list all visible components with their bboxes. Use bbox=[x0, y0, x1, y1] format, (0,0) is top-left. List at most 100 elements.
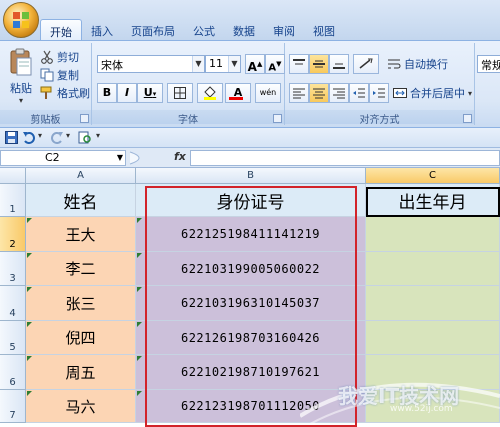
phonetic-button[interactable]: wén bbox=[255, 83, 281, 103]
row-header-5[interactable]: 5 bbox=[0, 321, 26, 355]
tab-6[interactable]: 视图 bbox=[304, 19, 344, 40]
chevron-down-icon[interactable]: ▾ bbox=[66, 131, 70, 140]
chevron-down-icon[interactable]: ▼ bbox=[117, 151, 123, 165]
column-header-b[interactable]: B bbox=[136, 168, 366, 184]
increase-indent-button[interactable] bbox=[369, 83, 389, 103]
number-format-combo[interactable]: 常规 bbox=[477, 55, 500, 73]
chevron-down-icon[interactable]: ▾ bbox=[38, 131, 42, 140]
borders-icon bbox=[174, 87, 186, 99]
italic-button[interactable]: I bbox=[117, 83, 137, 103]
column-header-c[interactable]: C bbox=[366, 168, 500, 184]
clipboard-launcher[interactable] bbox=[80, 114, 89, 123]
header-cell[interactable]: 身份证号 bbox=[136, 184, 366, 217]
alignment-launcher[interactable] bbox=[463, 114, 472, 123]
name-cell[interactable]: 倪四 bbox=[26, 321, 136, 355]
row-number: 1 bbox=[9, 204, 16, 215]
number-format-value: 常规 bbox=[481, 59, 500, 72]
alignment-group: 自动换行 合并后居中 ▾ 对齐方式 bbox=[285, 43, 475, 126]
insert-function-button[interactable]: fx bbox=[174, 150, 186, 163]
fill-color-button[interactable] bbox=[197, 83, 223, 103]
copy-label: 复制 bbox=[57, 69, 79, 82]
copy-button[interactable]: 复制 bbox=[40, 65, 79, 85]
grow-font-button[interactable]: A▲ bbox=[245, 54, 265, 74]
row-number: 5 bbox=[9, 342, 16, 353]
merge-center-button[interactable]: 合并后居中 ▾ bbox=[393, 83, 472, 103]
header-cell[interactable]: 姓名 bbox=[26, 184, 136, 217]
birth-cell[interactable] bbox=[366, 321, 500, 355]
phonetic-glyph: wén bbox=[259, 88, 277, 97]
font-name-value: 宋体 bbox=[101, 59, 123, 72]
id-cell[interactable]: 622126198703160426 bbox=[136, 321, 366, 355]
save-icon[interactable] bbox=[5, 131, 18, 144]
birth-cell[interactable] bbox=[366, 286, 500, 321]
name-box-value: C2 bbox=[45, 151, 60, 164]
align-right-button[interactable] bbox=[329, 83, 349, 103]
birth-cell[interactable] bbox=[366, 252, 500, 286]
id-cell[interactable]: 622123198701112050 bbox=[136, 390, 366, 423]
id-cell[interactable]: 622102198710197621 bbox=[136, 355, 366, 390]
cut-button[interactable]: 剪切 bbox=[40, 47, 79, 67]
shrink-font-button[interactable]: A▼ bbox=[265, 54, 285, 74]
align-left-button[interactable] bbox=[289, 83, 309, 103]
align-middle-icon bbox=[313, 60, 325, 68]
name-cell[interactable]: 李二 bbox=[26, 252, 136, 286]
id-cell[interactable]: 622103199005060022 bbox=[136, 252, 366, 286]
id-cell[interactable]: 622103196310145037 bbox=[136, 286, 366, 321]
tab-3[interactable]: 公式 bbox=[184, 19, 224, 40]
splitter-handle-icon[interactable] bbox=[128, 150, 168, 166]
paste-button[interactable]: 粘贴 ▾ bbox=[6, 47, 36, 105]
italic-glyph: I bbox=[124, 86, 130, 99]
clipboard-group-label: 剪贴板 bbox=[0, 110, 91, 126]
name-box[interactable]: C2 ▼ bbox=[0, 150, 126, 166]
tab-5[interactable]: 审阅 bbox=[264, 19, 304, 40]
align-bottom-button[interactable] bbox=[329, 54, 349, 74]
font-color-button[interactable]: A bbox=[225, 83, 251, 103]
font-launcher[interactable] bbox=[273, 114, 282, 123]
chevron-down-icon[interactable]: ▼ bbox=[228, 56, 240, 72]
row-header-4[interactable]: 4 bbox=[0, 286, 26, 321]
name-cell[interactable]: 张三 bbox=[26, 286, 136, 321]
customize-toolbar-icon[interactable]: ▾ bbox=[96, 131, 100, 140]
align-middle-button[interactable] bbox=[309, 54, 329, 74]
font-size-combo[interactable]: 11 ▼ bbox=[205, 55, 241, 73]
name-cell[interactable]: 王大 bbox=[26, 217, 136, 252]
chevron-down-icon[interactable]: ▼ bbox=[192, 56, 204, 72]
text-number-indicator-icon bbox=[137, 322, 142, 327]
row-header-7[interactable]: 7 bbox=[0, 390, 26, 423]
row-header-1[interactable]: 1 bbox=[0, 184, 26, 217]
id-cell[interactable]: 622125198411141219 bbox=[136, 217, 366, 252]
merge-cells-icon bbox=[393, 88, 407, 98]
decrease-indent-button[interactable] bbox=[349, 83, 369, 103]
formula-input[interactable] bbox=[190, 150, 500, 166]
wrap-text-button[interactable]: 自动换行 bbox=[387, 54, 448, 74]
birth-cell[interactable] bbox=[366, 217, 500, 252]
print-preview-icon[interactable] bbox=[78, 131, 92, 144]
name-cell[interactable]: 马六 bbox=[26, 390, 136, 423]
redo-icon[interactable] bbox=[50, 131, 64, 144]
align-center-button[interactable] bbox=[309, 83, 329, 103]
office-button[interactable] bbox=[3, 2, 39, 38]
row-header-6[interactable]: 6 bbox=[0, 355, 26, 390]
tab-1[interactable]: 插入 bbox=[82, 19, 122, 40]
format-painter-label: 格式刷 bbox=[57, 87, 90, 100]
format-painter-button[interactable]: 格式刷 bbox=[40, 83, 90, 103]
row-header-3[interactable]: 3 bbox=[0, 252, 26, 286]
tab-4[interactable]: 数据 bbox=[224, 19, 264, 40]
undo-icon[interactable] bbox=[22, 131, 36, 144]
bold-button[interactable]: B bbox=[97, 83, 117, 103]
align-top-button[interactable] bbox=[289, 54, 309, 74]
tab-2[interactable]: 页面布局 bbox=[122, 19, 184, 40]
tab-0[interactable]: 开始 bbox=[40, 19, 82, 40]
underline-button[interactable]: U▾ bbox=[137, 83, 163, 103]
text-number-indicator-icon bbox=[27, 218, 32, 223]
header-cell[interactable]: 出生年月 bbox=[366, 184, 500, 217]
clipboard-group: 粘贴 ▾ 剪切 复制 格式刷 剪贴板 bbox=[0, 43, 92, 126]
orientation-button[interactable] bbox=[353, 54, 379, 74]
column-header-a[interactable]: A bbox=[26, 168, 136, 184]
row-header-2[interactable]: 2 bbox=[0, 217, 26, 252]
borders-button[interactable] bbox=[167, 83, 193, 103]
select-all-corner[interactable] bbox=[0, 168, 26, 184]
name-cell[interactable]: 周五 bbox=[26, 355, 136, 390]
font-name-combo[interactable]: 宋体 ▼ bbox=[97, 55, 205, 73]
text-number-indicator-icon bbox=[27, 322, 32, 327]
